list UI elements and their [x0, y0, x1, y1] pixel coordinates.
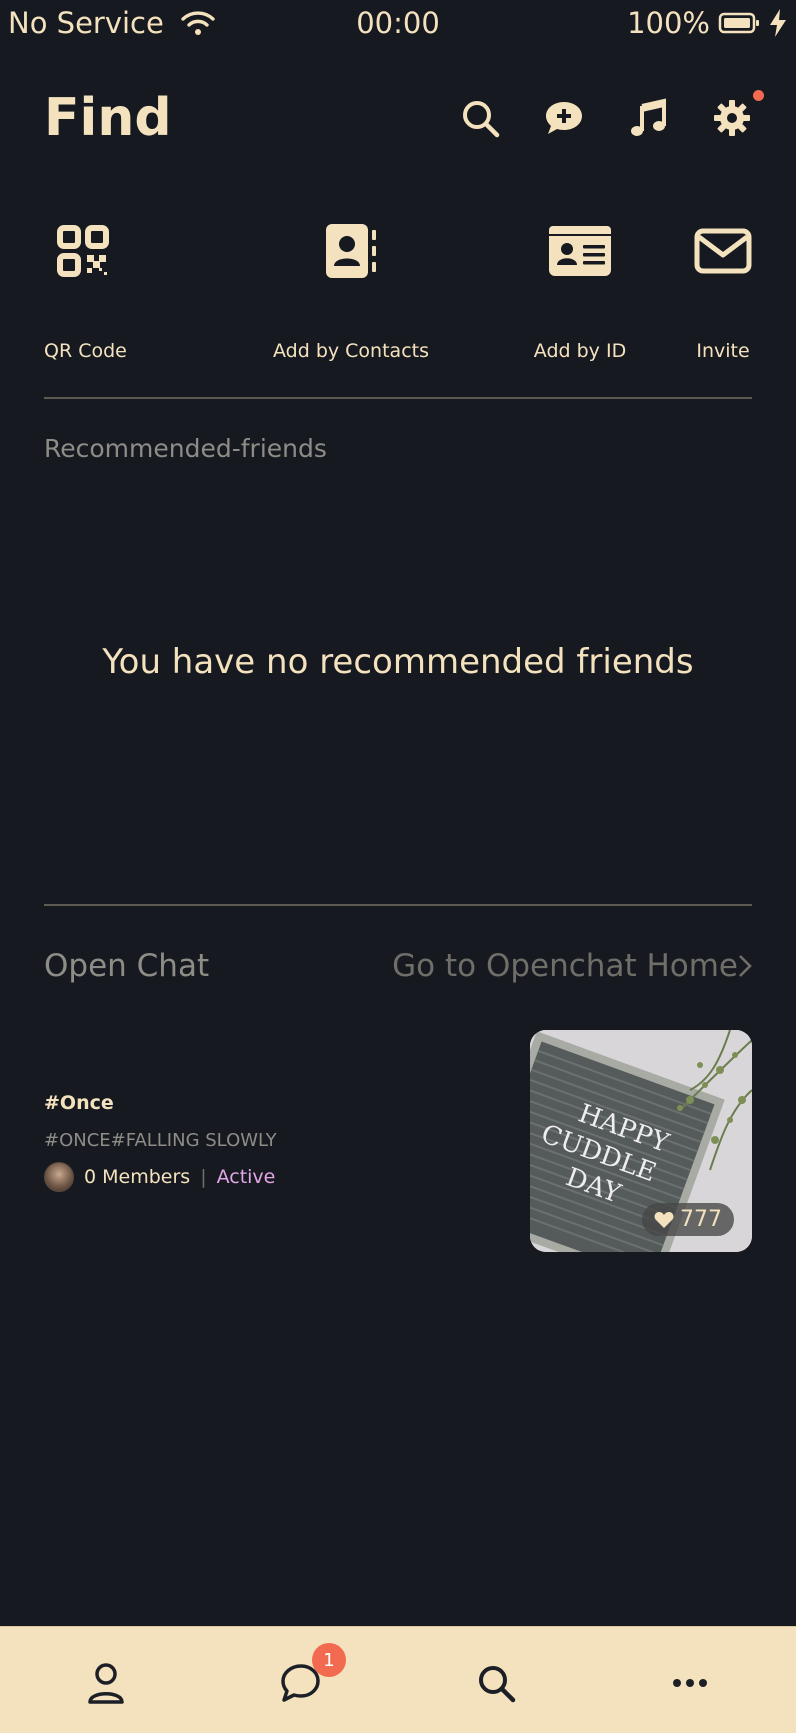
more-icon	[673, 1679, 707, 1687]
empty-recommendations-message: You have no recommended friends	[102, 642, 694, 682]
recommended-friends-label: Recommended-friends	[44, 434, 327, 463]
chat-plus-icon[interactable]	[544, 98, 584, 138]
search-icon[interactable]	[460, 98, 500, 138]
open-chat-title: Open Chat	[44, 948, 210, 984]
invite-label: Invite	[696, 340, 750, 362]
chevron-right-icon	[739, 955, 752, 977]
add-by-id-button[interactable]: Add by ID	[480, 218, 680, 362]
qr-code-icon	[57, 225, 109, 277]
heart-icon	[654, 1211, 674, 1228]
charging-icon	[770, 9, 786, 37]
tab-search[interactable]	[472, 1659, 520, 1707]
divider	[44, 397, 752, 399]
gear-icon[interactable]	[712, 90, 764, 138]
qr-code-label: QR Code	[44, 340, 127, 362]
add-by-id-label: Add by ID	[533, 340, 627, 362]
chat-badge: 1	[312, 1643, 346, 1677]
battery-percent: 100%	[627, 6, 710, 40]
chat-name: #Once	[44, 1092, 114, 1114]
notification-dot	[753, 90, 764, 101]
status-bar: No Service 00:00 100%	[0, 0, 796, 52]
contacts-icon	[326, 224, 376, 278]
openchat-home-link-label: Go to Openchat Home	[392, 948, 738, 984]
avatar	[44, 1162, 74, 1192]
tab-chats[interactable]: 1	[276, 1643, 346, 1707]
battery-icon	[718, 12, 759, 34]
chat-thumbnail[interactable]: HAPPY CUDDLE DAY 777	[530, 1030, 752, 1252]
invite-button[interactable]: Invite	[694, 218, 752, 362]
id-card-icon	[549, 226, 611, 276]
add-by-contacts-button[interactable]: Add by Contacts	[236, 218, 466, 362]
members-count: 0 Members	[84, 1166, 191, 1188]
add-by-contacts-label: Add by Contacts	[273, 340, 429, 362]
tab-bar: 1	[0, 1626, 796, 1733]
chat-tags: #ONCE#FALLING SLOWLY	[44, 1130, 277, 1151]
tab-more[interactable]	[666, 1659, 714, 1707]
qr-code-button[interactable]: QR Code	[44, 218, 127, 362]
separator: |	[200, 1166, 207, 1188]
status-badge: Active	[216, 1166, 276, 1188]
divider	[44, 904, 752, 906]
header: Find	[44, 88, 764, 158]
quick-actions: QR Code Add by Contacts Add by ID Invite	[44, 218, 752, 362]
likes-count: 777	[680, 1207, 722, 1232]
openchat-home-link[interactable]: Go to Openchat Home	[392, 948, 752, 984]
likes-badge: 777	[642, 1203, 734, 1236]
music-icon[interactable]	[628, 98, 668, 138]
profile-icon	[88, 1663, 124, 1704]
open-chat-item[interactable]: #Once #ONCE#FALLING SLOWLY 0 Members | A…	[44, 1030, 752, 1252]
envelope-icon	[694, 228, 752, 274]
search-icon	[479, 1666, 516, 1703]
tab-profile[interactable]	[82, 1659, 130, 1707]
page-title: Find	[44, 88, 172, 148]
